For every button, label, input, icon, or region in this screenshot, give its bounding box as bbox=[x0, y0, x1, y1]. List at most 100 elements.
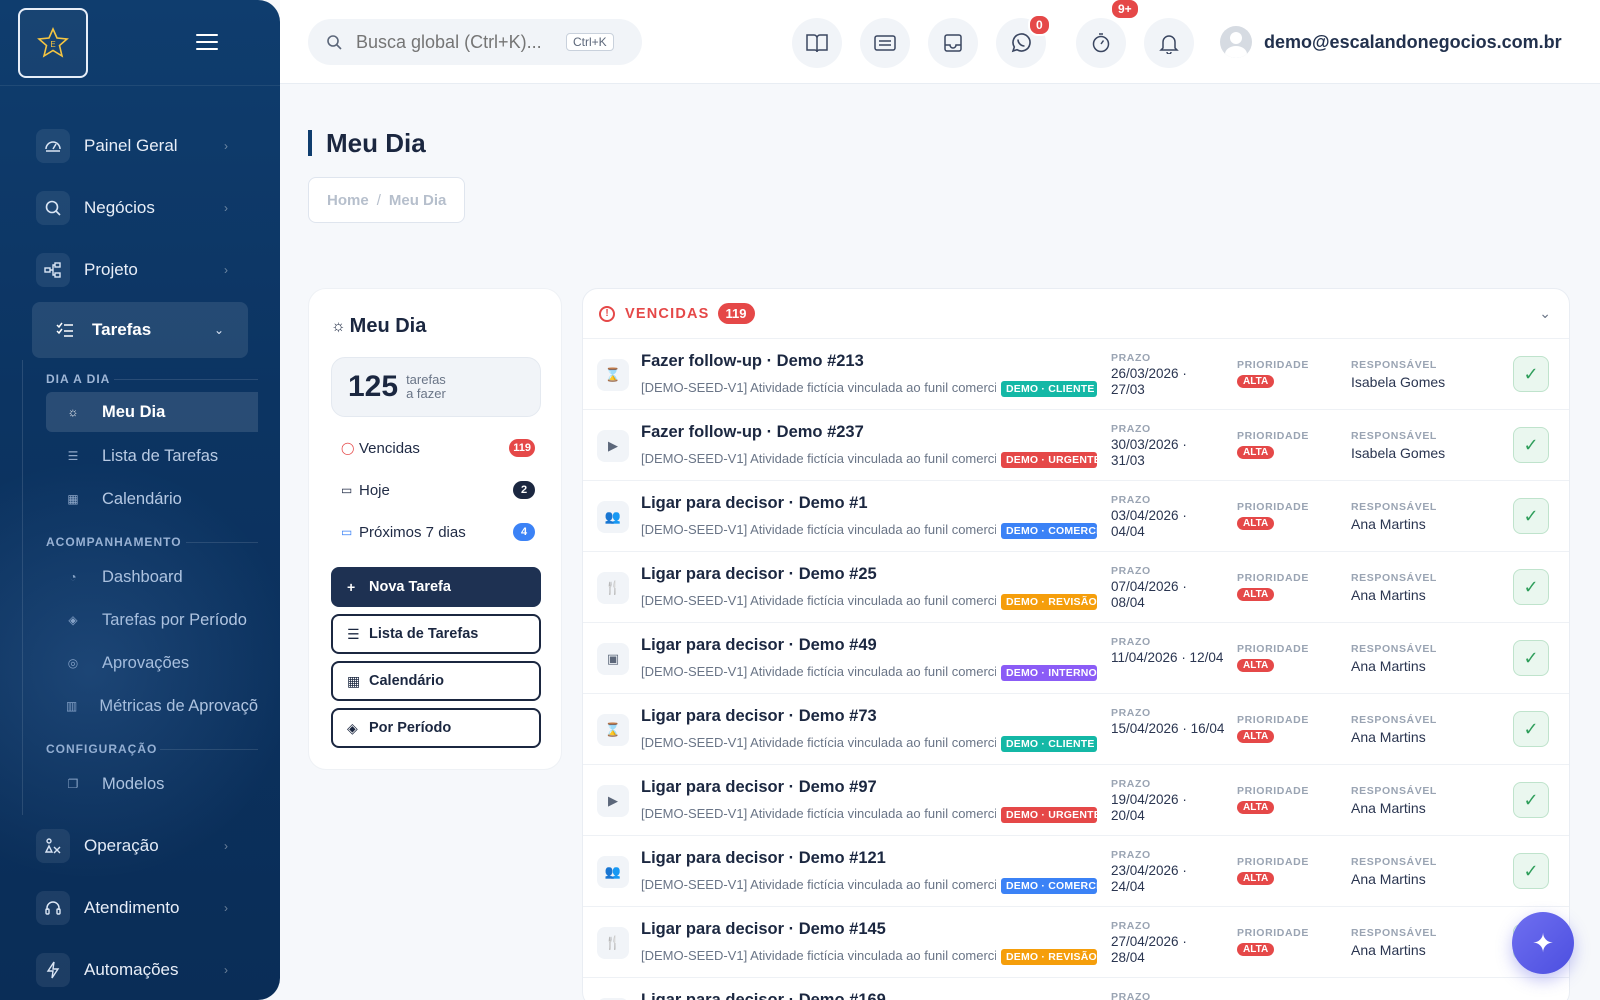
sub-item-calendario[interactable]: ▦ Calendário bbox=[46, 479, 258, 519]
list-icon: ☰ bbox=[347, 625, 360, 642]
overdue-section-header[interactable]: ! VENCIDAS 119 ⌄ bbox=[583, 289, 1569, 339]
topbar: Ctrl+K 0 9+ demo@escalandonegocios.com.b… bbox=[280, 0, 1600, 84]
nav-label: Automações bbox=[84, 960, 179, 979]
nav-tarefas[interactable]: Tarefas ⌄ bbox=[32, 302, 248, 358]
task-title[interactable]: Ligar para decisor · Demo #49 bbox=[641, 636, 877, 655]
new-task-button[interactable]: + Nova Tarefa bbox=[331, 567, 541, 607]
sub-item-meu-dia[interactable]: ☼ Meu Dia bbox=[46, 392, 258, 432]
complete-task-button[interactable]: ✓ bbox=[1513, 711, 1549, 747]
task-row[interactable]: ⌛ Ligar para decisor · Demo #73 [DEMO-SEED… bbox=[583, 694, 1569, 765]
complete-task-button[interactable]: ✓ bbox=[1513, 356, 1549, 392]
complete-task-button[interactable]: ✓ bbox=[1513, 498, 1549, 534]
deadline-date-end: 31/03 bbox=[1111, 453, 1145, 468]
gauge-icon bbox=[36, 129, 70, 163]
nav-projeto[interactable]: Projeto › bbox=[36, 250, 228, 290]
list-icon: ☰ bbox=[67, 449, 79, 463]
calendar-button[interactable]: ▦ Calendário bbox=[331, 661, 541, 701]
task-title[interactable]: Ligar para decisor · Demo #73 bbox=[641, 707, 877, 726]
task-row[interactable]: 🍴 Ligar para decisor · Demo #145 [DEMO-SEE… bbox=[583, 907, 1569, 978]
news-button[interactable] bbox=[860, 18, 910, 68]
notifications-button[interactable] bbox=[1144, 18, 1194, 68]
nav-operacao[interactable]: Operação › bbox=[36, 826, 228, 866]
task-title[interactable]: Fazer follow-up · Demo #237 bbox=[641, 423, 864, 442]
app-logo[interactable]: E bbox=[18, 7, 88, 78]
section-title: DIA A DIA bbox=[46, 372, 111, 386]
search-input[interactable] bbox=[356, 31, 566, 53]
timer-button[interactable]: 9+ bbox=[1076, 0, 1140, 68]
deadline-header: PRAZO bbox=[1111, 423, 1151, 435]
complete-task-button[interactable]: ✓ bbox=[1513, 569, 1549, 605]
sparkle-icon: ✦ bbox=[1532, 927, 1554, 958]
task-row[interactable]: ▣ Ligar para decisor · Demo #49 [DEMO-SEED… bbox=[583, 623, 1569, 694]
whatsapp-button[interactable]: 0 bbox=[996, 14, 1051, 68]
task-title[interactable]: Ligar para decisor · Demo #97 bbox=[641, 778, 877, 797]
owner-header: RESPONSÁVEL bbox=[1351, 927, 1437, 939]
task-title[interactable]: Ligar para decisor · Demo #169 bbox=[641, 991, 886, 1000]
global-search[interactable]: Ctrl+K bbox=[308, 19, 642, 65]
page-title: Meu Dia bbox=[326, 128, 426, 158]
sub-item-modelos[interactable]: ❐ Modelos bbox=[46, 764, 258, 804]
complete-task-button[interactable]: ✓ bbox=[1513, 640, 1549, 676]
menu-toggle-icon[interactable] bbox=[196, 34, 218, 55]
deadline-date: 15/04/2026 · 16/04 bbox=[1111, 721, 1225, 736]
task-title[interactable]: Fazer follow-up · Demo #213 bbox=[641, 352, 864, 371]
task-tag: DEMO · CLIENTE bbox=[1001, 381, 1097, 397]
breadcrumb-home[interactable]: Home bbox=[327, 192, 369, 209]
ai-assistant-button[interactable]: ✦ bbox=[1512, 912, 1574, 974]
sub-item-dashboard[interactable]: ◔ Dashboard bbox=[46, 557, 258, 597]
filter-proximos-7-dias[interactable]: ▭ Próximos 7 dias 4 bbox=[341, 523, 535, 541]
nav-automacoes[interactable]: Automações › bbox=[36, 950, 228, 990]
nav-painel-geral[interactable]: Painel Geral › bbox=[36, 126, 228, 166]
owner-header: RESPONSÁVEL bbox=[1351, 856, 1437, 868]
chevron-right-icon: › bbox=[224, 201, 228, 215]
section-divider bbox=[186, 542, 258, 543]
task-title[interactable]: Ligar para decisor · Demo #1 bbox=[641, 494, 868, 513]
priority-header: PRIORIDADE bbox=[1237, 714, 1309, 726]
complete-task-button[interactable]: ✓ bbox=[1513, 427, 1549, 463]
sub-item-tarefas-periodo[interactable]: ◈ Tarefas por Período bbox=[46, 600, 258, 640]
task-row[interactable]: ▶ Ligar para decisor · Demo #97 [DEMO-SEED… bbox=[583, 765, 1569, 836]
task-row[interactable]: ⌛ Fazer follow-up · Demo #213 [DEMO-SEED-V… bbox=[583, 339, 1569, 410]
filter-vencidas[interactable]: ◯ Vencidas 119 bbox=[341, 439, 535, 457]
nav-negocios[interactable]: Negócios › bbox=[36, 188, 228, 228]
hourglass-icon: ⌛ bbox=[597, 359, 629, 391]
task-row[interactable]: ▣Ligar para decisor · Demo #169[DEMO-SEE… bbox=[583, 978, 1569, 1000]
inbox-button[interactable] bbox=[928, 18, 978, 68]
section-label: VENCIDAS bbox=[625, 305, 710, 322]
task-count-label-line1: tarefas bbox=[406, 372, 446, 387]
user-menu[interactable]: demo@escalandonegocios.com.br bbox=[1220, 26, 1562, 58]
task-title[interactable]: Ligar para decisor · Demo #25 bbox=[641, 565, 877, 584]
task-description: [DEMO-SEED-V1] Atividade fictícia vincul… bbox=[641, 593, 996, 608]
task-row[interactable]: 👥 Ligar para decisor · Demo #1 [DEMO-SEED-… bbox=[583, 481, 1569, 552]
sub-item-lista-tarefas[interactable]: ☰ Lista de Tarefas bbox=[46, 436, 258, 476]
complete-task-button[interactable]: ✓ bbox=[1513, 853, 1549, 889]
chevron-down-icon[interactable]: ⌄ bbox=[1539, 305, 1551, 322]
task-tag: DEMO · INTERNO bbox=[1001, 665, 1097, 681]
sub-item-metricas[interactable]: ▥ Métricas de Aprovações bbox=[46, 686, 258, 726]
user-email: demo@escalandonegocios.com.br bbox=[1264, 31, 1562, 52]
task-row[interactable]: 👥 Ligar para decisor · Demo #121 [DEMO-SEE… bbox=[583, 836, 1569, 907]
nav-label: Negócios bbox=[84, 198, 155, 217]
nav-atendimento[interactable]: Atendimento › bbox=[36, 888, 228, 928]
by-period-button[interactable]: ◈ Por Período bbox=[331, 708, 541, 748]
task-title[interactable]: Ligar para decisor · Demo #121 bbox=[641, 849, 886, 868]
deadline-header: PRAZO bbox=[1111, 494, 1151, 506]
complete-task-button[interactable]: ✓ bbox=[1513, 782, 1549, 818]
task-row[interactable]: 🍴 Ligar para decisor · Demo #25 [DEMO-SEED… bbox=[583, 552, 1569, 623]
section-title: ACOMPANHAMENTO bbox=[46, 535, 182, 549]
filter-hoje[interactable]: ▭ Hoje 2 bbox=[341, 481, 535, 499]
task-row[interactable]: ▶ Fazer follow-up · Demo #237 [DEMO-SEED-V… bbox=[583, 410, 1569, 481]
docs-button[interactable] bbox=[792, 18, 842, 68]
task-title[interactable]: Ligar para decisor · Demo #145 bbox=[641, 920, 886, 939]
sub-item-aprovacoes[interactable]: ◎ Aprovações bbox=[46, 643, 258, 683]
button-label: Por Período bbox=[369, 720, 452, 736]
priority-header: PRIORIDADE bbox=[1237, 501, 1309, 513]
nav-label: Atendimento bbox=[84, 898, 180, 917]
task-deadline: PRAZO bbox=[1111, 991, 1229, 1000]
task-list-button[interactable]: ☰ Lista de Tarefas bbox=[331, 614, 541, 654]
task-description: [DEMO-SEED-V1] Atividade fictícia vincul… bbox=[641, 948, 996, 963]
button-label: Calendário bbox=[369, 673, 444, 689]
deadline-date-end: 28/04 bbox=[1111, 950, 1145, 965]
task-tag: DEMO · URGENTE bbox=[1001, 807, 1097, 823]
sub-item-label: Dashboard bbox=[102, 567, 183, 586]
